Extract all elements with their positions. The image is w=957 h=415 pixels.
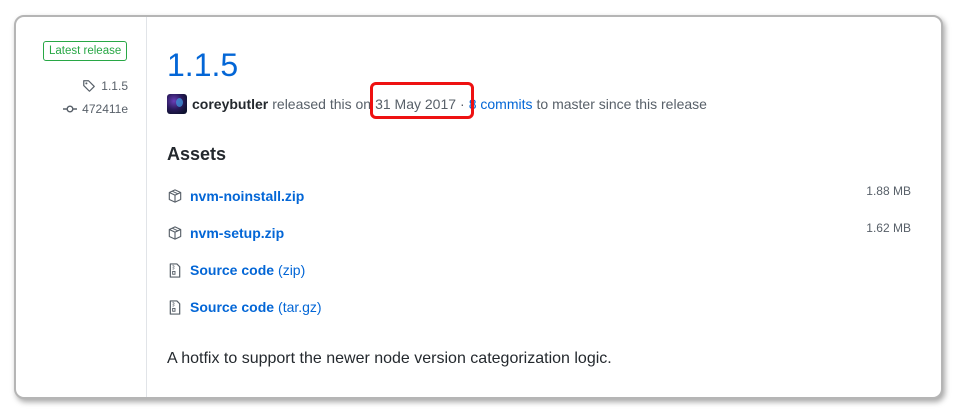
asset-row-setup[interactable]: nvm-setup.zip 1.62 MB xyxy=(167,221,911,243)
asset-row-noinstall[interactable]: nvm-noinstall.zip 1.88 MB xyxy=(167,184,911,206)
author-link[interactable]: coreybutler xyxy=(192,96,268,112)
commits-suffix: to master since this release xyxy=(536,96,707,112)
package-icon xyxy=(167,188,183,204)
asset-name[interactable]: Source code xyxy=(190,262,274,278)
assets-heading: Assets xyxy=(167,144,227,164)
release-title[interactable]: 1.1.5 xyxy=(167,45,238,85)
package-icon xyxy=(167,225,183,241)
asset-row-source-targz[interactable]: Source code (tar.gz) xyxy=(167,297,911,317)
asset-size: 1.88 MB xyxy=(866,184,911,198)
file-zip-icon xyxy=(167,299,183,315)
tag-label: 1.1.5 xyxy=(101,79,128,93)
date-highlight-box xyxy=(370,82,474,119)
release-main: 1.1.5 coreybutler released this on 31 Ma… xyxy=(167,17,941,397)
commit-icon xyxy=(63,104,78,114)
asset-name[interactable]: Source code xyxy=(190,299,274,315)
file-zip-icon xyxy=(167,262,183,278)
commit-hash: 472411e xyxy=(82,102,128,116)
asset-name[interactable]: nvm-setup.zip xyxy=(190,225,284,241)
asset-size: 1.62 MB xyxy=(866,221,911,235)
tag-link[interactable]: 1.1.5 xyxy=(82,79,128,93)
release-card: Latest release 1.1.5 472411e 1.1.5 corey… xyxy=(14,15,943,399)
release-sidebar: Latest release 1.1.5 472411e xyxy=(16,17,147,397)
tag-icon xyxy=(82,79,96,93)
latest-release-badge: Latest release xyxy=(43,41,128,61)
asset-ext[interactable]: (zip) xyxy=(278,262,305,278)
commit-link[interactable]: 472411e xyxy=(63,102,128,116)
released-text: released this on xyxy=(272,96,372,112)
asset-ext[interactable]: (tar.gz) xyxy=(278,299,322,315)
asset-row-source-zip[interactable]: Source code (zip) xyxy=(167,260,911,280)
commits-link[interactable]: 8 commits xyxy=(469,96,533,112)
asset-name[interactable]: nvm-noinstall.zip xyxy=(190,188,304,204)
avatar[interactable] xyxy=(167,94,187,114)
release-description: A hotfix to support the newer node versi… xyxy=(167,350,612,367)
